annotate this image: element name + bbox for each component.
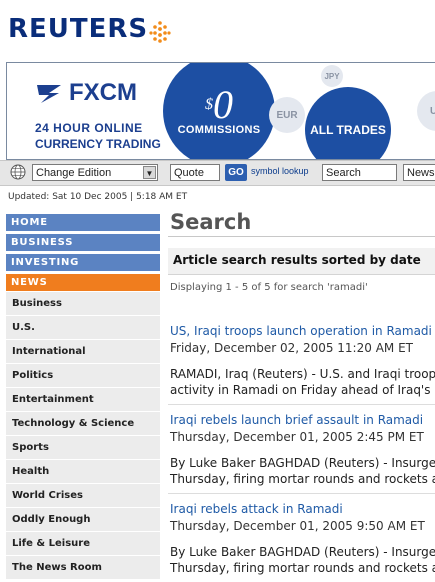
- reuters-dots-icon: [149, 21, 171, 43]
- usd-bubble: US: [417, 91, 435, 131]
- eur-bubble: EUR: [269, 97, 305, 133]
- dollar-sign: $: [205, 96, 213, 113]
- article-divider: [168, 404, 435, 405]
- reuters-logo[interactable]: REUTERS: [8, 14, 148, 44]
- search-input[interactable]: Search: [322, 164, 397, 181]
- edition-select-value: Change Edition: [36, 167, 112, 179]
- results-heading-bar: Article search results sorted by date: [168, 248, 435, 275]
- symbol-lookup-link[interactable]: symbol lookup: [251, 166, 309, 176]
- nav-item-world-crises[interactable]: World Crises: [6, 484, 160, 508]
- nav-investing[interactable]: INVESTING: [6, 254, 160, 272]
- article-snippet: Thursday, firing mortar rounds and rocke…: [170, 561, 435, 575]
- nav-item-technology-science[interactable]: Technology & Science: [6, 412, 160, 436]
- fxcm-brand: FXCM: [69, 79, 137, 106]
- article-date: Friday, December 02, 2005 11:20 AM ET: [170, 341, 413, 355]
- edition-select[interactable]: Change Edition ▼: [32, 164, 158, 181]
- go-button[interactable]: GO: [225, 164, 247, 181]
- nav-home[interactable]: HOME: [6, 214, 160, 232]
- zero-commissions-bubble: $0 COMMISSIONS: [163, 63, 275, 159]
- title-divider: [168, 236, 435, 237]
- article-snippet: activity in Ramadi on Friday ahead of Ir…: [170, 383, 435, 397]
- updated-timestamp: Updated: Sat 10 Dec 2005 | 5:18 AM ET: [8, 192, 188, 202]
- article-title-link[interactable]: Iraqi rebels attack in Ramadi: [170, 502, 343, 516]
- article-snippet: By Luke Baker BAGHDAD (Reuters) - Insurg…: [170, 456, 435, 470]
- nav-item-politics[interactable]: Politics: [6, 364, 160, 388]
- zero-value: 0: [213, 82, 233, 127]
- article-title-link[interactable]: Iraqi rebels launch brief assault in Ram…: [170, 413, 423, 427]
- chevron-down-icon[interactable]: ▼: [143, 166, 156, 179]
- commissions-label: COMMISSIONS: [177, 124, 261, 136]
- nav-item-sports[interactable]: Sports: [6, 436, 160, 460]
- nav-business-top[interactable]: BUSINESS: [6, 234, 160, 252]
- search-scope-select[interactable]: News: [403, 164, 435, 181]
- article-snippet: Thursday, firing mortar rounds and rocke…: [170, 472, 435, 486]
- article-title-link[interactable]: US, Iraqi troops launch operation in Ram…: [170, 324, 432, 338]
- nav-item-international[interactable]: International: [6, 340, 160, 364]
- article-snippet: RAMADI, Iraq (Reuters) - U.S. and Iraqi …: [170, 367, 435, 381]
- page-title: Search: [170, 210, 252, 234]
- ad-tagline-2: CURRENCY TRADING: [35, 137, 161, 151]
- results-heading: Article search results sorted by date: [173, 253, 421, 267]
- fxcm-ad-banner[interactable]: FXCM 24 HOUR ONLINE CURRENCY TRADING JPY…: [6, 62, 435, 160]
- article-snippet: By Luke Baker BAGHDAD (Reuters) - Insurg…: [170, 545, 435, 559]
- nav-item-entertainment[interactable]: Entertainment: [6, 388, 160, 412]
- article-date: Thursday, December 01, 2005 9:50 AM ET: [170, 519, 425, 533]
- article-divider: [168, 493, 435, 494]
- nav-item-us[interactable]: U.S.: [6, 316, 160, 340]
- nav-item-news-room[interactable]: The News Room: [6, 556, 160, 580]
- jpy-bubble: JPY: [321, 65, 343, 87]
- all-trades-bubble: ALL TRADES: [305, 87, 391, 159]
- nav-item-health[interactable]: Health: [6, 460, 160, 484]
- nav-item-business[interactable]: Business: [6, 292, 160, 316]
- article-date: Thursday, December 01, 2005 2:45 PM ET: [170, 430, 424, 444]
- nav-item-oddly-enough[interactable]: Oddly Enough: [6, 508, 160, 532]
- nav-news[interactable]: NEWS: [6, 274, 160, 292]
- ad-tagline-1: 24 HOUR ONLINE: [35, 121, 143, 135]
- nav-item-life-leisure[interactable]: Life & Leisure: [6, 532, 160, 556]
- globe-icon[interactable]: [10, 164, 26, 180]
- fxcm-logo-icon: [37, 85, 61, 103]
- quote-input[interactable]: Quote: [170, 164, 220, 181]
- results-count: Displaying 1 - 5 of 5 for search 'ramadi…: [170, 282, 368, 293]
